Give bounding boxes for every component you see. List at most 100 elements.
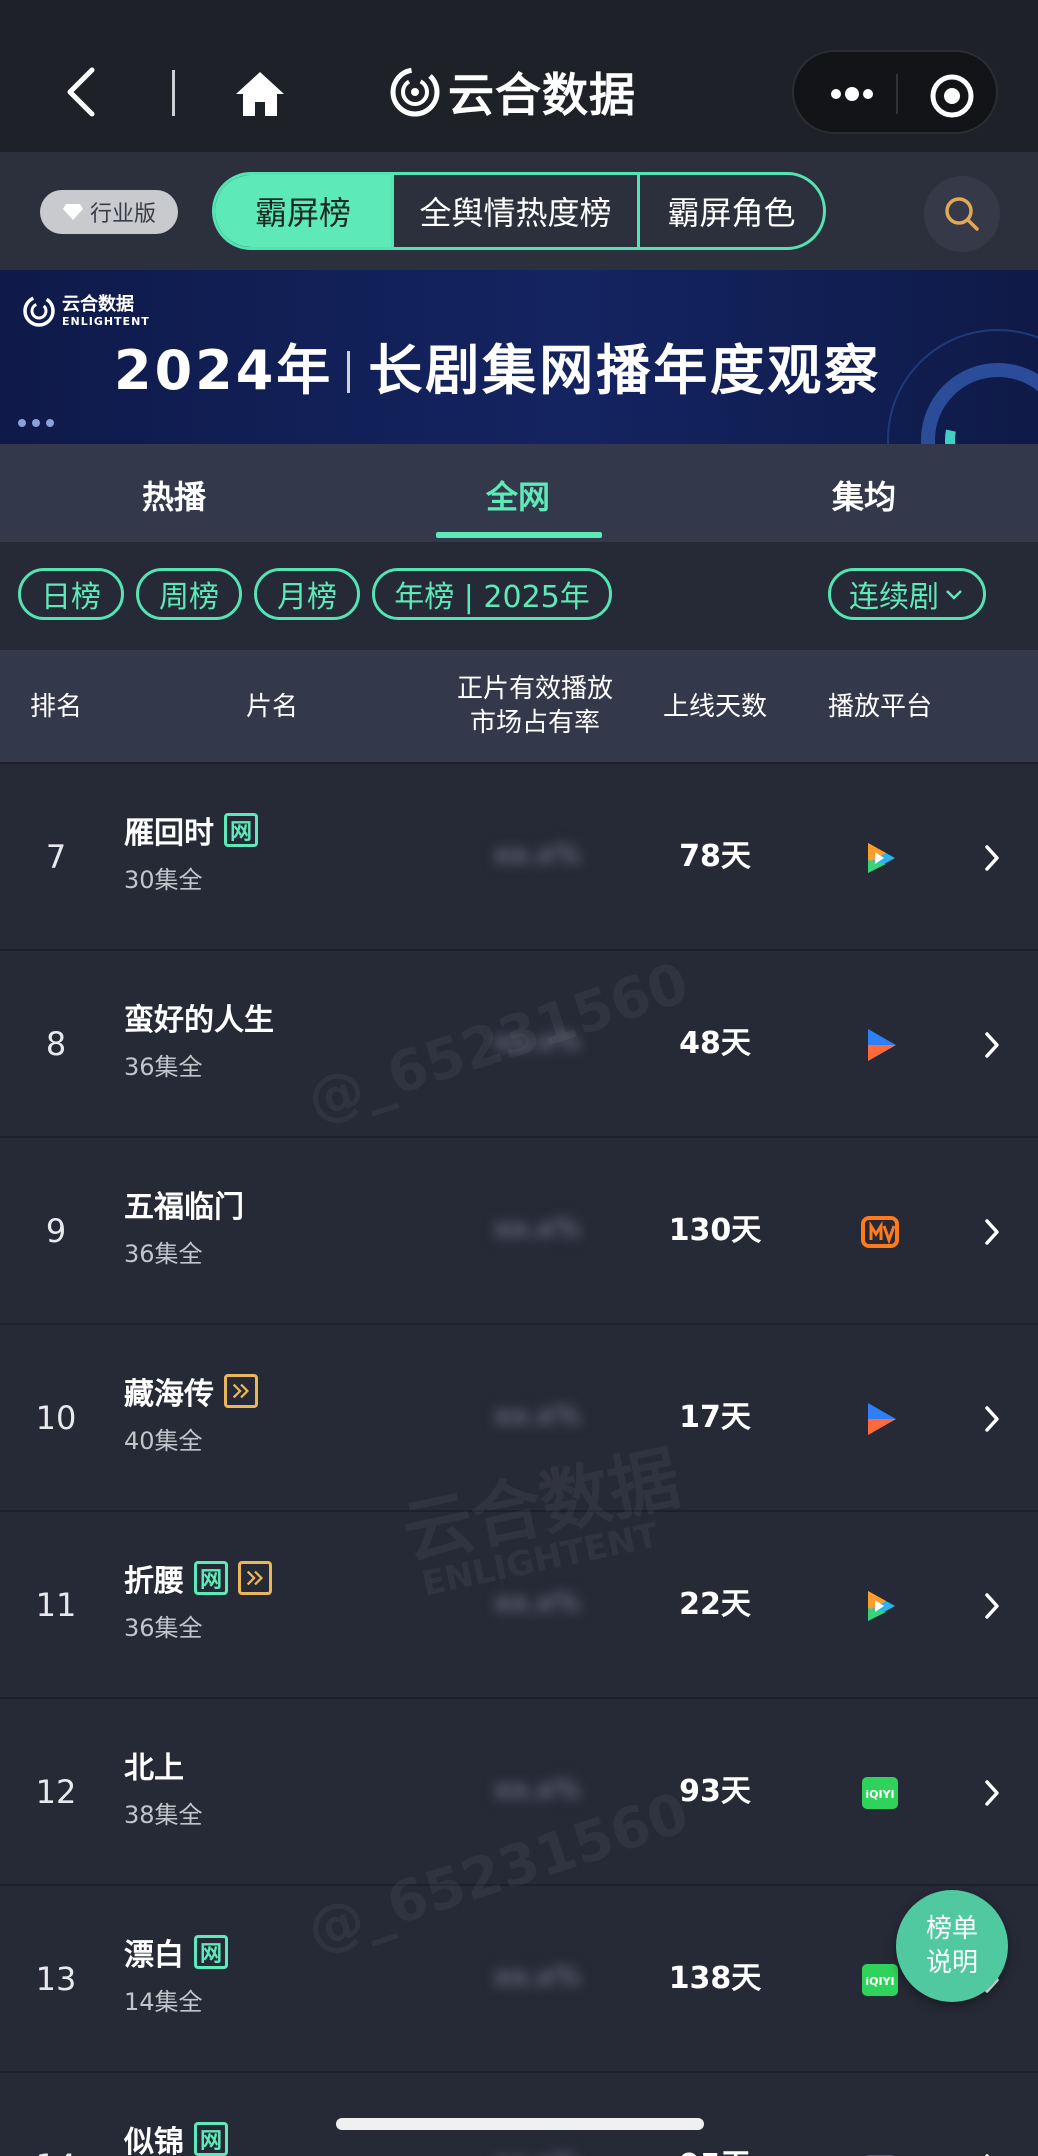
explanation-line1: 榜单 — [925, 1914, 978, 1944]
network-drama-tag: 网 — [224, 813, 258, 847]
row-market-share-blurred: xx.x% — [494, 1027, 581, 1057]
back-icon[interactable] — [62, 64, 102, 120]
row-title-line: 似锦网 — [124, 2117, 228, 2156]
row-episodes: 14集全 — [124, 1988, 203, 2016]
category-value: 连续剧 — [849, 580, 939, 615]
app-brand: 云合数据 — [388, 60, 636, 124]
chevron-right-icon[interactable] — [982, 842, 1002, 874]
chevron-right-icon[interactable] — [982, 1590, 1002, 1622]
row-episodes: 38集全 — [124, 1801, 203, 1829]
row-days-online: 138天 — [668, 1961, 762, 1996]
fast-forward-tag-icon — [224, 1374, 258, 1408]
row-episodes: 40集全 — [124, 1427, 203, 1455]
promo-banner[interactable]: 云合数据 ENLIGHTENT 2024年 长剧集网播年度观察 — [0, 270, 1038, 444]
row-rank: 8 — [45, 1025, 67, 1063]
chevron-right-icon[interactable] — [982, 1403, 1002, 1435]
home-icon[interactable] — [232, 66, 288, 122]
table-row[interactable]: 11 折腰网 36集全 xx.x% 22天 — [0, 1510, 1038, 1696]
search-icon[interactable] — [924, 176, 1000, 252]
tab-all-network[interactable]: 全网 — [486, 472, 550, 518]
table-row[interactable]: 10 藏海传 40集全 xx.x% 17天 — [0, 1323, 1038, 1509]
row-title: 北上 — [124, 1751, 184, 1786]
row-days-online: 130天 — [668, 1213, 762, 1248]
table-row[interactable]: 13 漂白网 14集全 xx.x% 138天 iQIYI — [0, 1884, 1038, 2070]
tab-dominant-roles[interactable]: 霸屏角色 — [637, 175, 823, 247]
header-rank: 排名 — [29, 692, 82, 722]
row-days-online: 17天 — [679, 1400, 751, 1435]
row-title: 漂白 — [124, 1938, 184, 1973]
row-title-line: 漂白网 — [124, 1930, 228, 1974]
tab-per-episode[interactable]: 集均 — [832, 472, 896, 518]
row-days-online: 93天 — [679, 1774, 751, 1809]
table-row[interactable]: 14似锦网40集全xx.x%95天 — [0, 2071, 1038, 2156]
svg-text:iQIYI: iQIYI — [865, 1788, 894, 1801]
header-share: 正片有效播放 市场占有率 — [440, 672, 630, 740]
more-icon[interactable] — [824, 74, 880, 114]
row-episodes: 36集全 — [124, 1614, 203, 1642]
ranking-explanation-button[interactable]: 榜单 说明 — [896, 1890, 1008, 2002]
row-title: 折腰 — [124, 1564, 184, 1599]
row-market-share-blurred: xx.x% — [494, 1775, 581, 1805]
mini-program-capsule — [792, 50, 998, 134]
category-dropdown[interactable]: 连续剧 — [828, 568, 986, 620]
row-title: 雁回时 — [124, 816, 214, 851]
banner-title: 长剧集网播年度观察 — [368, 339, 882, 402]
tencent-video-icon — [860, 838, 900, 878]
table-row[interactable]: 12 北上 38集全 xx.x% 93天 iQIYI — [0, 1697, 1038, 1883]
header-title: 片名 — [245, 692, 298, 722]
chip-weekly[interactable]: 周榜 — [136, 568, 242, 620]
row-title-line: 北上 — [124, 1743, 184, 1787]
row-market-share-blurred: xx.x% — [494, 1401, 581, 1431]
tab-public-opinion[interactable]: 全舆情热度榜 — [391, 175, 637, 247]
tab-screen-dominance[interactable]: 霸屏榜 — [215, 175, 391, 247]
header-platform: 播放平台 — [827, 692, 932, 722]
youku-icon — [860, 1399, 900, 1439]
scope-tabs: 热播 全网 集均 — [0, 444, 1038, 542]
chip-monthly[interactable]: 月榜 — [254, 568, 360, 620]
filter-chips: 日榜 周榜 月榜 年榜 | 2025年 连续剧 — [0, 542, 1038, 650]
row-days-online: 22天 — [679, 1587, 751, 1622]
chip-yearly[interactable]: 年榜 | 2025年 — [372, 568, 612, 620]
table-row[interactable]: 7 雁回时网 30集全 xx.x% 78天 — [0, 762, 1038, 948]
header-share-line2: 市场占有率 — [469, 708, 600, 738]
explanation-line2: 说明 — [925, 1948, 978, 1978]
row-title-line: 藏海传 — [124, 1369, 258, 1413]
row-days-online: 95天 — [640, 2073, 790, 2156]
tencent-video-icon — [860, 1586, 900, 1626]
other-icon — [860, 2147, 900, 2156]
ranking-type-bar: 行业版 霸屏榜 全舆情热度榜 霸屏角色 — [0, 152, 1038, 270]
capsule-divider — [896, 74, 898, 114]
chevron-right-icon[interactable] — [982, 1216, 1002, 1248]
header-days: 上线天数 — [662, 692, 767, 722]
network-drama-tag: 网 — [194, 2122, 228, 2156]
industry-edition-badge[interactable]: 行业版 — [40, 190, 178, 234]
header-share-line1: 正片有效播放 — [456, 674, 613, 704]
row-rank: 13 — [35, 1960, 77, 1998]
row-title-line: 五福临门 — [124, 1182, 244, 1226]
banner-headline: 2024年 长剧集网播年度观察 — [114, 326, 881, 405]
mango-tv-icon — [860, 1212, 900, 1252]
chevron-right-icon[interactable] — [982, 1029, 1002, 1061]
carousel-dots — [18, 412, 60, 431]
chevron-right-icon[interactable] — [982, 2151, 1002, 2156]
banner-divider — [347, 351, 351, 393]
row-title-line: 雁回时网 — [124, 808, 258, 852]
home-indicator[interactable] — [336, 2118, 704, 2130]
table-header: 排名 片名 正片有效播放 市场占有率 上线天数 播放平台 — [0, 650, 1038, 762]
row-title: 藏海传 — [124, 1377, 214, 1412]
chip-daily[interactable]: 日榜 — [18, 568, 124, 620]
close-miniprogram-icon[interactable] — [928, 72, 976, 120]
iqiyi-icon: iQIYI — [860, 1773, 900, 1813]
row-episodes: 36集全 — [124, 1053, 203, 1081]
table-row[interactable]: 8 蛮好的人生 36集全 xx.x% 48天 — [0, 949, 1038, 1135]
row-market-share-blurred: xx.x% — [494, 1588, 581, 1618]
chevron-right-icon[interactable] — [982, 1777, 1002, 1809]
chevron-down-icon — [946, 590, 962, 600]
app-name: 云合数据 — [448, 68, 636, 122]
row-days-online: 48天 — [679, 1026, 751, 1061]
iqiyi-icon: iQIYI — [860, 1960, 900, 2000]
table-row[interactable]: 9 五福临门 36集全 xx.x% 130天 — [0, 1136, 1038, 1322]
diamond-icon — [62, 204, 83, 220]
tab-hot[interactable]: 热播 — [142, 472, 206, 518]
row-title: 五福临门 — [124, 1190, 244, 1225]
